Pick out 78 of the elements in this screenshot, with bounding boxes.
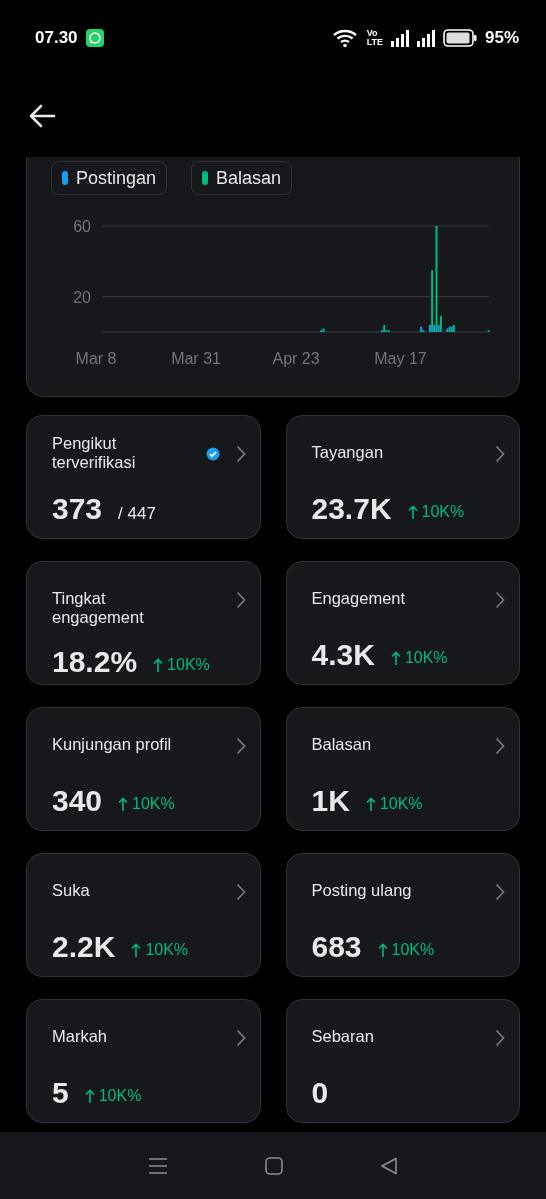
change-percent: 10K% <box>167 655 210 675</box>
metric-card[interactable]: Posting ulang 683 10K% <box>285 853 520 977</box>
chevron-right-icon <box>495 445 505 463</box>
metric-title: Suka <box>52 880 90 900</box>
metric-value: 1K <box>311 783 350 819</box>
clock-time: 07.30 <box>35 26 78 49</box>
chevron-right-icon <box>495 737 505 755</box>
chevron-right-icon <box>235 883 246 901</box>
metric-value: 4.3K <box>311 637 375 673</box>
metric-card[interactable]: Suka 2.2K 10K% <box>26 853 261 977</box>
up-arrow-icon <box>407 505 418 519</box>
metric-title: Pengikut terverifikasi <box>52 434 137 472</box>
chevron-right-icon <box>495 883 505 901</box>
metric-card[interactable]: Pengikut terverifikasi 373 / 447 <box>26 415 261 539</box>
network-type-label: LTE <box>366 37 383 47</box>
chat-app-icon <box>85 28 104 47</box>
home-square-icon[interactable] <box>265 1156 283 1175</box>
chevron-right-icon <box>235 591 246 609</box>
back-triangle-icon[interactable] <box>379 1156 398 1175</box>
up-arrow-icon <box>377 943 388 957</box>
legend-chip[interactable]: Postingan <box>51 161 168 195</box>
metric-value: 2.2K <box>52 929 116 965</box>
up-arrow-icon <box>84 1089 95 1103</box>
up-arrow-icon <box>118 797 129 811</box>
wifi-icon <box>332 27 359 48</box>
change-percent: 10K% <box>391 940 435 960</box>
metric-card[interactable]: Balasan 1K 10K% <box>285 707 520 831</box>
up-arrow-icon <box>153 658 164 672</box>
network-type-label: Vo <box>366 28 379 38</box>
x-axis-label: May 17 <box>374 350 427 367</box>
metric-value: 683 <box>311 929 362 965</box>
metric-title: Sebaran <box>311 1026 374 1046</box>
metric-title: Balasan <box>311 734 372 754</box>
menu-icon[interactable] <box>148 1156 169 1175</box>
chevron-right-icon <box>495 1029 505 1047</box>
metric-total: / 447 <box>118 503 156 525</box>
metric-title: Tingkat engagement <box>52 588 145 627</box>
metric-value: 18.2% <box>52 644 138 680</box>
battery-icon <box>442 28 477 47</box>
change-percent: 10K% <box>98 1086 142 1106</box>
metric-title: Markah <box>52 1026 108 1046</box>
metric-value: 373 <box>52 491 103 527</box>
x-axis-label: Mar 8 <box>75 350 117 367</box>
x-axis-label: Apr 23 <box>272 350 320 367</box>
chevron-right-icon <box>235 1029 246 1047</box>
metric-title: Posting ulang <box>311 880 412 900</box>
change-percent: 10K% <box>379 794 423 814</box>
signal-icon <box>416 28 435 47</box>
y-axis-label: 60 <box>73 218 91 235</box>
back-arrow-icon[interactable] <box>28 104 56 128</box>
change-percent: 10K% <box>404 648 448 668</box>
chevron-right-icon <box>495 591 505 609</box>
metric-title: Kunjungan profil <box>52 734 172 754</box>
metric-card[interactable]: Sebaran 0 <box>285 999 520 1123</box>
metric-value: 5 <box>52 1075 69 1111</box>
metric-card[interactable]: Markah 5 10K% <box>26 999 261 1123</box>
change-percent: 10K% <box>145 940 189 960</box>
change-percent: 10K% <box>132 794 175 814</box>
change-percent: 10K% <box>421 502 465 522</box>
legend-chip[interactable]: Balasan <box>191 161 293 195</box>
metric-card[interactable]: Kunjungan profil 340 10K% <box>26 707 261 831</box>
battery-percent: 95% <box>484 26 519 49</box>
up-arrow-icon <box>131 943 142 957</box>
metric-title: Engagement <box>311 588 406 608</box>
chevron-right-icon <box>235 737 246 755</box>
up-arrow-icon <box>390 651 401 665</box>
metric-value: 23.7K <box>311 491 392 527</box>
metric-card[interactable]: Tingkat engagement 18.2% 10K% <box>26 561 261 685</box>
x-axis-label: Mar 31 <box>171 350 221 367</box>
signal-icon <box>390 28 409 47</box>
metric-card[interactable]: Engagement 4.3K 10K% <box>285 561 520 685</box>
y-axis-label: 20 <box>73 288 91 306</box>
chevron-right-icon <box>235 445 246 463</box>
metric-card[interactable]: Tayangan 23.7K 10K% <box>285 415 520 539</box>
metric-title: Tayangan <box>311 442 384 462</box>
metric-value: 340 <box>52 783 103 819</box>
up-arrow-icon <box>365 797 376 811</box>
metric-value: 0 <box>311 1075 329 1111</box>
